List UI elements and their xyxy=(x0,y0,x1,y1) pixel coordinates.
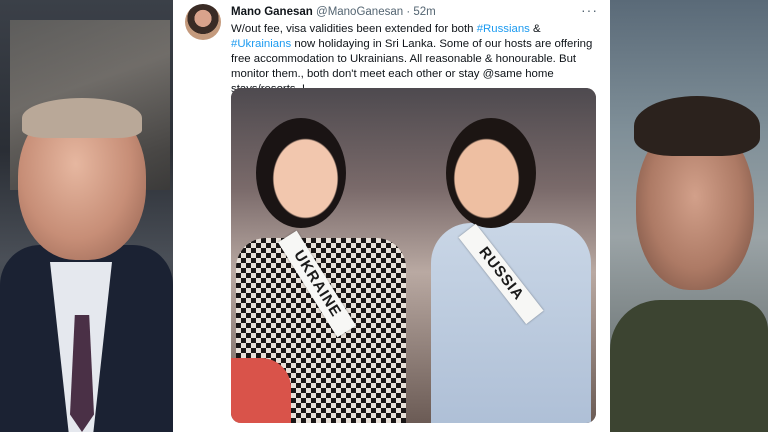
tweet-header: Mano Ganesan @ManoGanesan · 52m xyxy=(231,6,436,18)
left-side-photo xyxy=(0,0,173,432)
tweet-photo[interactable]: UKRAINE RUSSIA xyxy=(231,88,596,423)
woman-left-face xyxy=(256,118,346,228)
woman-right-face xyxy=(446,118,536,228)
text-part: W/out fee, visa validities been extended… xyxy=(231,23,477,35)
author-avatar[interactable] xyxy=(185,4,221,40)
hashtag-russians[interactable]: #Russians xyxy=(477,23,530,35)
hashtag-ukrainians[interactable]: #Ukrainians xyxy=(231,38,291,50)
text-part: & xyxy=(529,23,541,35)
tweet-text: W/out fee, visa validities been extended… xyxy=(231,22,601,97)
tweet-card: Mano Ganesan @ManoGanesan · 52m ··· W/ou… xyxy=(173,0,610,432)
separator-dot: · xyxy=(406,6,411,18)
author-handle[interactable]: @ManoGanesan xyxy=(316,6,403,18)
hair xyxy=(22,98,142,138)
blue-dress xyxy=(431,223,591,423)
hair xyxy=(634,96,760,156)
right-side-photo xyxy=(610,0,768,432)
tweet-time[interactable]: 52m xyxy=(413,6,435,18)
red-dress xyxy=(231,358,291,423)
jacket xyxy=(610,300,768,432)
more-options-icon[interactable]: ··· xyxy=(581,2,598,18)
author-name[interactable]: Mano Ganesan xyxy=(231,6,313,18)
